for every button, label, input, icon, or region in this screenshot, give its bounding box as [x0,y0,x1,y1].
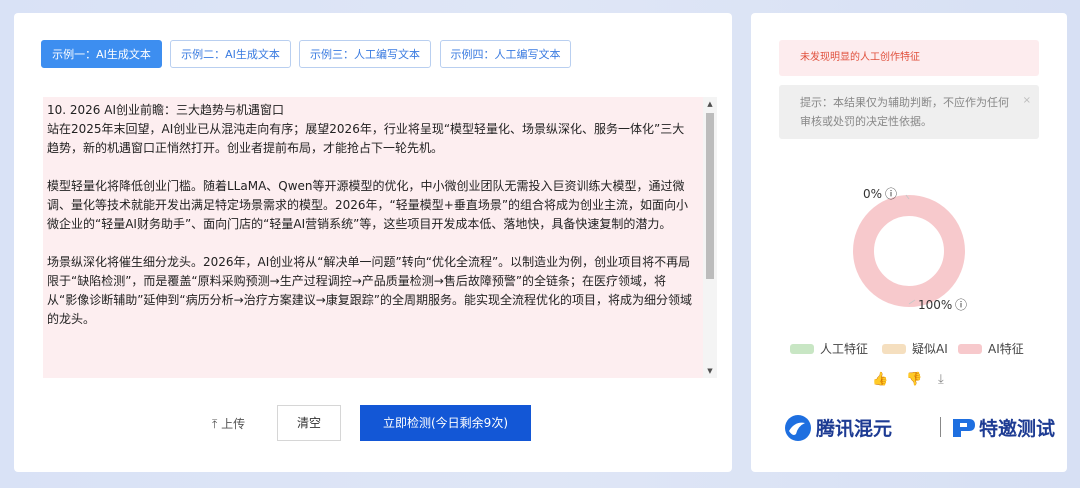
slice-label-100: 100% [918,298,952,312]
disclaimer-text: 提示：本结果仅为辅助判断，不应作为任何审核或处罚的决定性依据。 [800,96,1009,128]
hunyuan-logo-icon [785,415,811,441]
input-text[interactable]: 10. 2026 AI创业前瞻：三大趋势与机遇窗口 站在2025年末回望，AI创… [47,101,695,329]
dislike-icon[interactable]: 👎 [906,372,922,390]
legend-swatch [958,344,982,354]
legend-label: 疑似AI [912,342,948,356]
legend-item-human[interactable]: 人工特征 [790,340,868,357]
legend-swatch [790,344,814,354]
scrollbar[interactable]: ▲ ▼ [703,97,717,378]
legend-label: AI特征 [988,342,1024,356]
slice-label-0: 0% [863,187,882,201]
tab-example-3[interactable]: 示例三：人工编写文本 [299,40,431,68]
like-icon[interactable]: 👍 [872,372,888,390]
info-icon[interactable]: ⓘ [955,298,967,312]
brand-divider [940,417,941,437]
legend-item-ai[interactable]: AI特征 [958,340,1024,357]
tab-example-1[interactable]: 示例一：AI生成文本 [41,40,162,68]
download-icon[interactable]: ⤓ [938,372,944,390]
result-panel: 未发现明显的人工创作特征 提示：本结果仅为辅助判断，不应作为任何审核或处罚的决定… [751,13,1067,472]
legend-swatch [882,344,906,354]
info-icon[interactable]: ⓘ [885,187,897,201]
invite-logo-icon [953,419,975,437]
donut-slice-2[interactable] [853,195,965,307]
result-alert: 未发现明显的人工创作特征 [779,40,1039,76]
tab-example-2[interactable]: 示例二：AI生成文本 [170,40,291,68]
scroll-up-arrow-icon[interactable]: ▲ [703,97,717,111]
brand-name: 腾讯混元 [816,418,893,440]
upload-button[interactable]: ⤒ 上传 [212,415,245,435]
legend-label: 人工特征 [820,342,869,356]
close-icon[interactable]: × [1023,91,1031,110]
detect-button[interactable]: 立即检测(今日剩余9次) [360,405,531,441]
disclaimer-tip: 提示：本结果仅为辅助判断，不应作为任何审核或处罚的决定性依据。 × [779,85,1039,139]
input-panel: 示例一：AI生成文本 示例二：AI生成文本 示例三：人工编写文本 示例四：人工编… [14,13,732,472]
legend-item-suspected-ai[interactable]: 疑似AI [882,340,948,357]
text-input-area[interactable]: 10. 2026 AI创业前瞻：三大趋势与机遇窗口 站在2025年末回望，AI创… [43,97,717,378]
invite-test-label: 特邀测试 [979,418,1056,440]
scroll-down-arrow-icon[interactable]: ▼ [703,364,717,378]
scroll-thumb[interactable] [706,113,714,279]
result-donut-chart: 0% ⓘ 100% ⓘ [853,187,967,312]
clear-button[interactable]: 清空 [277,405,341,441]
tab-example-4[interactable]: 示例四：人工编写文本 [440,40,571,68]
